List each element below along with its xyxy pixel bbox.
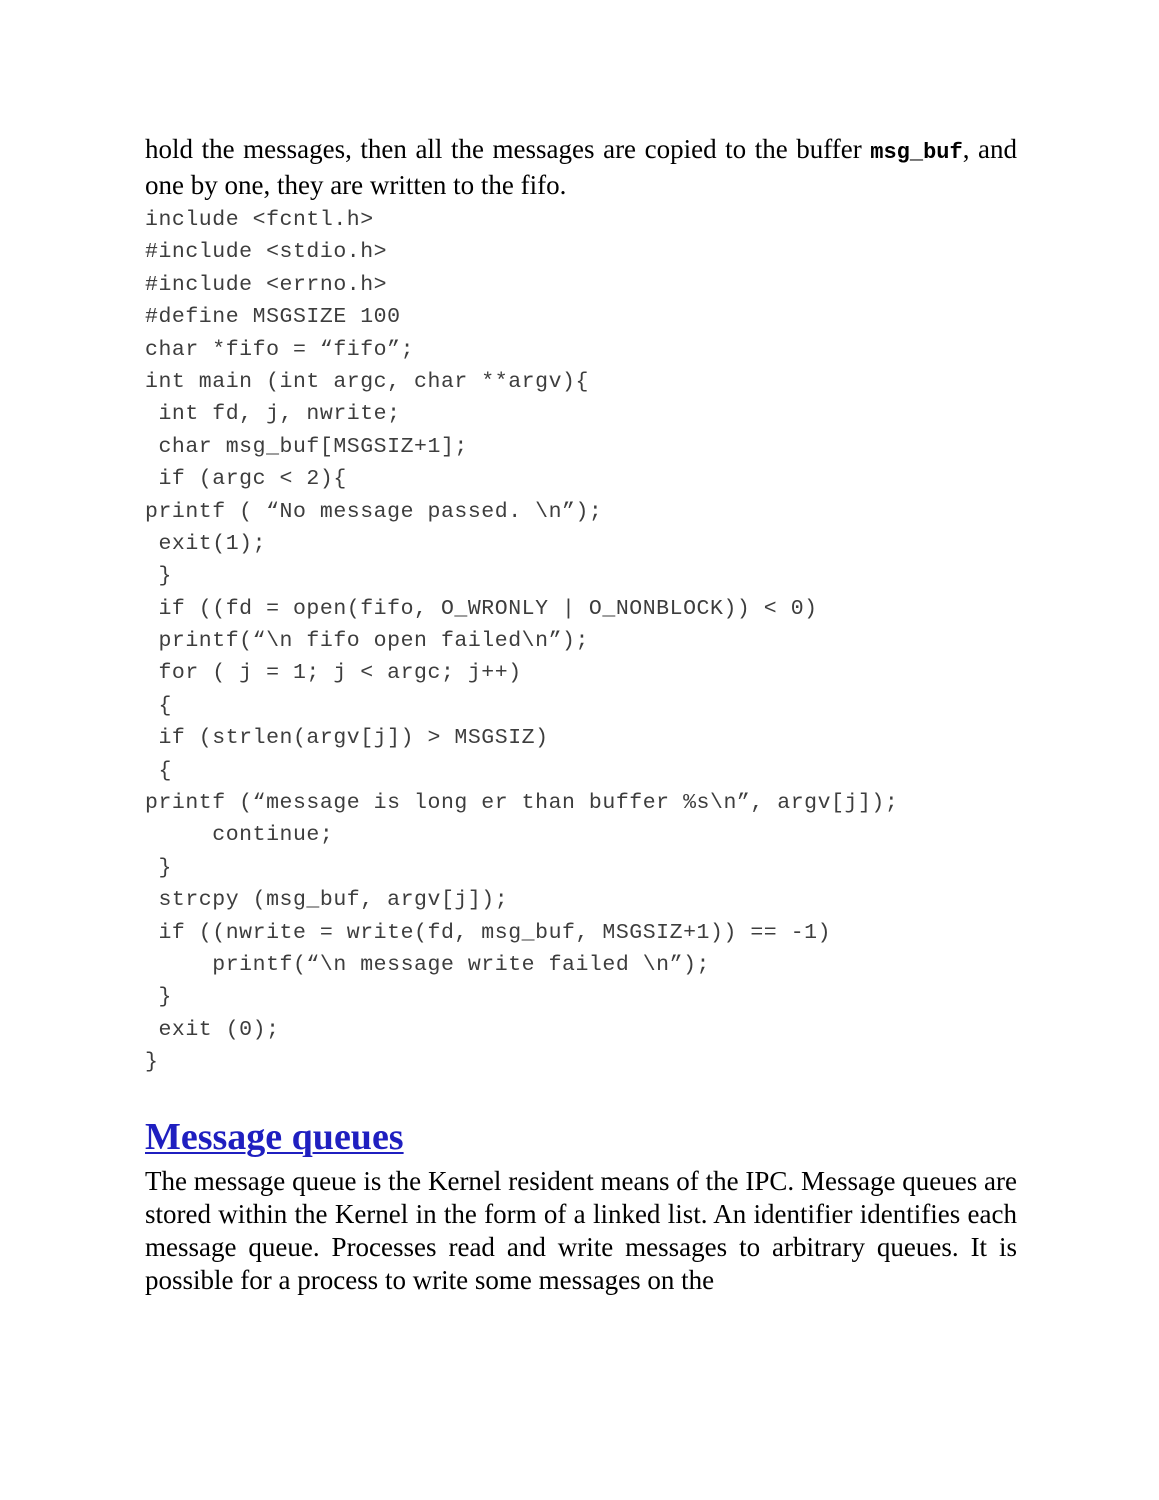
intro-text-after: ,: [962, 134, 970, 164]
code-line: char *fifo = “fifo”;: [145, 337, 415, 362]
intro-paragraph: hold the messages, then all the messages…: [145, 133, 1017, 202]
code-line: if ((nwrite = write(fd, msg_buf, MSGSIZ+…: [145, 920, 832, 945]
code-line: }: [145, 985, 172, 1010]
code-line: int fd, j, nwrite;: [145, 402, 401, 427]
code-line: if (argc < 2){: [145, 467, 347, 492]
code-line: char msg_buf[MSGSIZ+1];: [145, 434, 468, 459]
code-line: {: [145, 693, 172, 718]
code-line: printf(“\n message write failed \n”);: [145, 952, 710, 977]
code-line: }: [145, 564, 172, 589]
code-line: #include <errno.h>: [145, 272, 388, 297]
intro-paragraph-block: hold the messages, then all the messages…: [145, 133, 1017, 202]
page-title: Message queues: [145, 1115, 404, 1158]
page-content: hold the messages, then all the messages…: [145, 133, 1017, 1297]
code-line: for ( j = 1; j < argc; j++): [145, 661, 522, 686]
code-line: strcpy (msg_buf, argv[j]);: [145, 888, 509, 913]
code-line: continue;: [145, 823, 334, 848]
code-listing-block: include <fcntl.h> #include <stdio.h> #incl…: [145, 204, 1017, 1079]
code-line: printf(“\n fifo open failed\n”);: [145, 629, 589, 654]
code-line: #define MSGSIZE 100: [145, 305, 401, 330]
code-line: printf ( “No message passed. \n”);: [145, 499, 603, 524]
code-line: printf (“message is long er than buffer …: [145, 791, 899, 816]
code-line: {: [145, 758, 172, 783]
section-body-paragraph: The message queue is the Kernel resident…: [145, 1165, 1017, 1295]
code-line: exit(1);: [145, 531, 267, 556]
code-line: if ((fd = open(fifo, O_WRONLY | O_NONBLO…: [145, 596, 818, 621]
intro-text-before: hold the messages, then all the messages…: [145, 134, 871, 164]
code-line: int main (int argc, char **argv){: [145, 369, 589, 394]
code-line: }: [145, 855, 172, 880]
code-line: }: [145, 1050, 159, 1075]
document-page: hold the messages, then all the messages…: [0, 0, 1159, 1500]
code-line: exit (0);: [145, 1017, 280, 1042]
section-heading-block: Message queues: [145, 1115, 1017, 1159]
code-line: include <fcntl.h>: [145, 208, 374, 232]
section-body-block: The message queue is the Kernel resident…: [145, 1165, 1017, 1297]
code-line: if (strlen(argv[j]) > MSGSIZ): [145, 726, 549, 751]
code-line: #include <stdio.h>: [145, 240, 388, 265]
code-listing: include <fcntl.h> #include <stdio.h> #incl…: [145, 204, 1017, 1079]
inline-code-msg-buf: msg_buf: [870, 140, 963, 165]
